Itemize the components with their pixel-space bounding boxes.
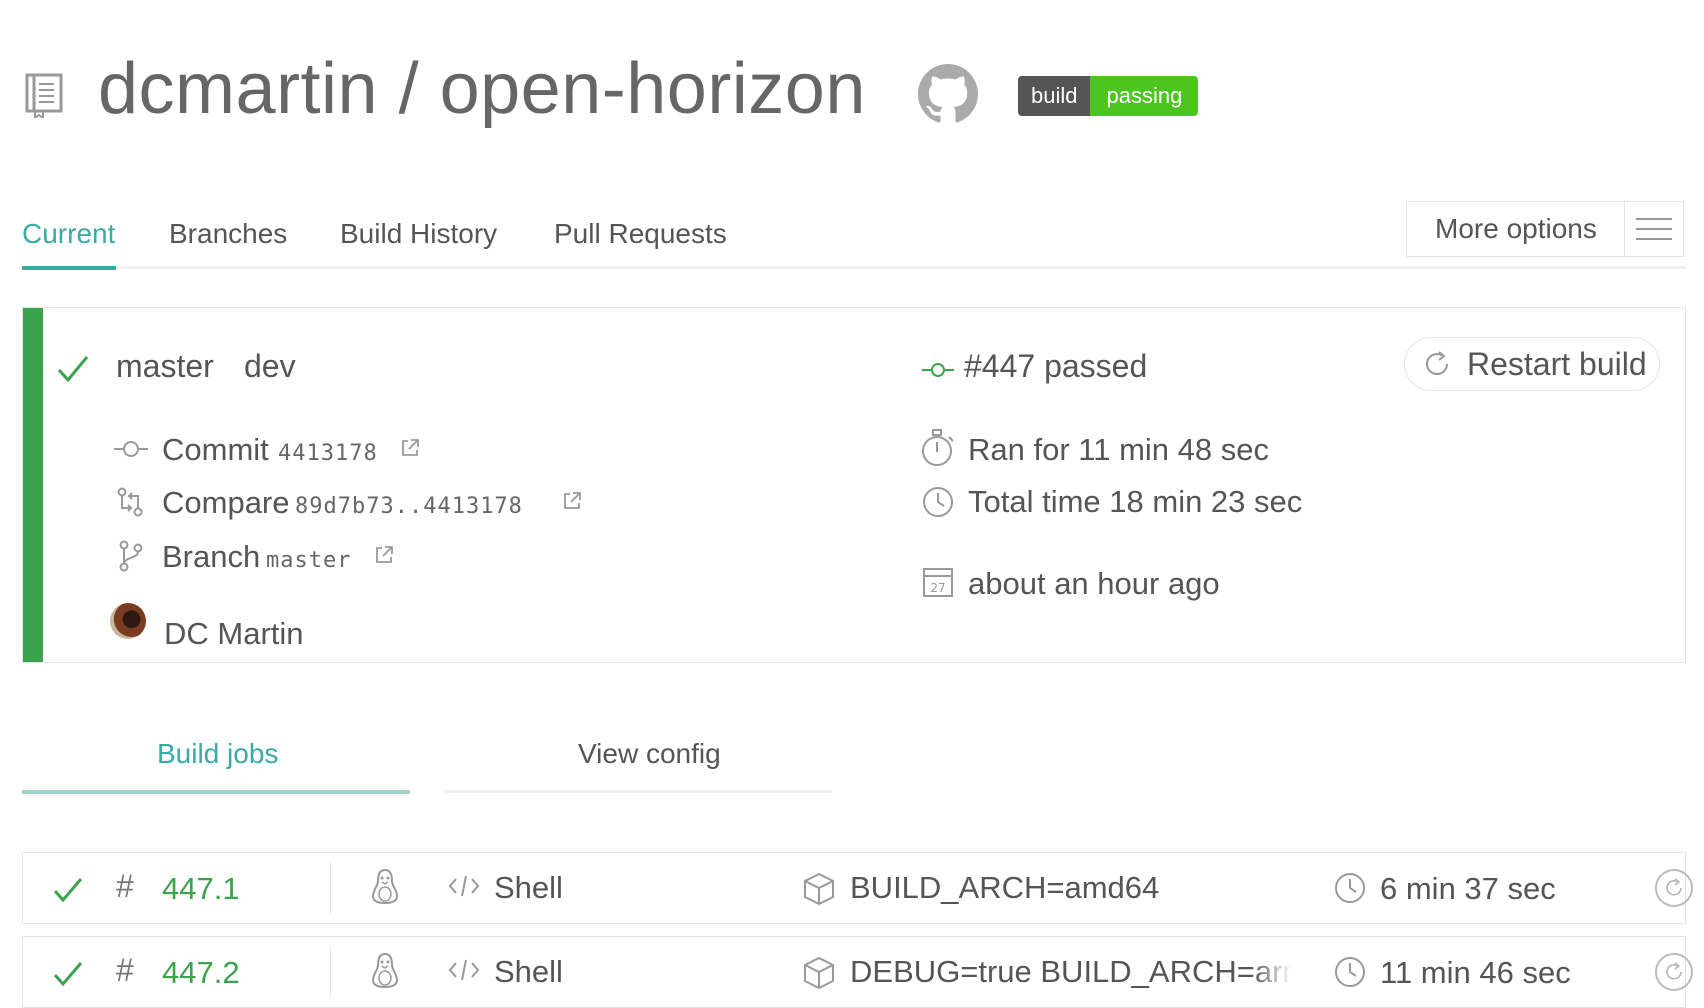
package-icon (802, 872, 836, 906)
job-number[interactable]: 447.2 (162, 955, 240, 991)
job-env: BUILD_ARCH=amd64 (850, 870, 1160, 905)
restart-icon (1405, 348, 1453, 380)
build-time-ago: about an hour ago (968, 566, 1220, 601)
job-env: DEBUG=true BUILD_ARCH=arm (850, 954, 1290, 989)
branch-name[interactable]: master (116, 348, 214, 385)
commit-sha-link[interactable]: 4413178 (278, 441, 378, 466)
calendar-icon: 27 (922, 566, 954, 598)
tag-name[interactable]: dev (244, 348, 296, 385)
external-link-icon[interactable] (374, 545, 394, 565)
tab-build-jobs[interactable]: Build jobs (157, 738, 278, 770)
compare-range-link[interactable]: 89d7b73..4413178 (295, 494, 523, 519)
branch-label: Branch (162, 539, 261, 574)
build-number-status[interactable]: #447 passed (964, 348, 1147, 385)
commit-label: Commit (162, 432, 269, 467)
job-language: Shell (494, 870, 563, 905)
tab-branches[interactable]: Branches (169, 218, 287, 250)
hash-icon: # (116, 952, 134, 988)
build-status-badge[interactable]: build passing (1018, 76, 1199, 116)
linux-icon (370, 952, 400, 990)
package-icon (802, 956, 836, 990)
passed-check-icon (52, 876, 84, 904)
clock-icon (922, 486, 954, 518)
restart-build-button[interactable]: Restart build (1404, 337, 1660, 391)
hamburger-icon[interactable] (1624, 202, 1683, 256)
active-tab-indicator (22, 266, 116, 270)
clock-icon (1334, 872, 1366, 904)
tab-build-history[interactable]: Build History (340, 218, 497, 250)
divider (330, 862, 331, 914)
repo-title[interactable]: dcmartin / open-horizon (98, 48, 866, 130)
restart-job-icon[interactable] (1654, 868, 1694, 908)
badge-label: build (1018, 76, 1091, 116)
restart-build-label: Restart build (1467, 345, 1647, 382)
stopwatch-icon (920, 428, 956, 468)
branch-icon (118, 540, 144, 572)
svg-text:27: 27 (930, 581, 945, 595)
job-number[interactable]: 447.1 (162, 871, 240, 907)
code-icon (448, 958, 480, 982)
code-icon (448, 874, 480, 898)
tab-pull-requests[interactable]: Pull Requests (554, 218, 727, 250)
avatar (110, 603, 146, 639)
commit-icon (114, 436, 148, 462)
build-status-bar (23, 308, 43, 662)
active-subtab-indicator (22, 790, 410, 794)
external-link-icon[interactable] (400, 438, 420, 458)
compare-label: Compare (162, 485, 290, 520)
more-options-label: More options (1435, 213, 1597, 244)
badge-status: passing (1090, 76, 1199, 116)
hash-icon: # (116, 868, 134, 904)
passed-check-icon (56, 354, 90, 384)
divider (330, 946, 331, 998)
restart-job-icon[interactable] (1654, 952, 1694, 992)
passed-check-icon (52, 960, 84, 988)
external-link-icon[interactable] (562, 491, 582, 511)
total-time: Total time 18 min 23 sec (968, 484, 1303, 519)
tabs-divider (22, 266, 1686, 269)
author-name: DC Martin (164, 616, 304, 651)
tab-view-config[interactable]: View config (578, 738, 721, 770)
github-icon[interactable] (918, 64, 978, 124)
commit-icon (922, 358, 954, 382)
compare-icon (116, 486, 144, 518)
tab-current[interactable]: Current (22, 218, 115, 250)
more-options-button[interactable]: More options (1406, 201, 1684, 257)
subtab-divider (444, 790, 832, 793)
linux-icon (370, 868, 400, 906)
clock-icon (1334, 956, 1366, 988)
repo-icon (24, 72, 64, 118)
job-language: Shell (494, 954, 563, 989)
job-duration: 11 min 46 sec (1380, 955, 1571, 990)
job-duration: 6 min 37 sec (1380, 871, 1556, 906)
text-fade (1252, 946, 1292, 1006)
ran-for-duration: Ran for 11 min 48 sec (968, 432, 1269, 467)
branch-name-link[interactable]: master (266, 548, 351, 573)
